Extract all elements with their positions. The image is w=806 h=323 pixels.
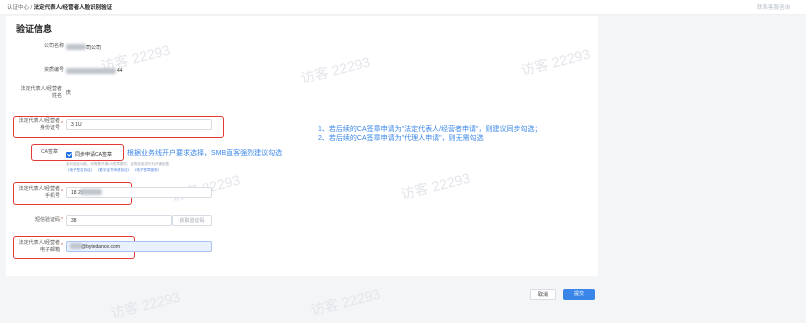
breadcrumb-parent[interactable]: 认证中心 — [7, 5, 29, 11]
legal-phone-label: 法定代表人/经营者手机号 — [18, 186, 60, 199]
ca-help-links: 《电子签名协议》 《数字证书申请协议》 《电子签章服务》 — [66, 168, 161, 173]
ca-sync-checkbox[interactable] — [66, 152, 72, 158]
submit-button[interactable]: 提交 — [563, 289, 595, 300]
ca-help-text: 若勾选此功能，则需要开通CA签章服务，证照信息将作为开通依据 — [66, 162, 169, 166]
ca-help-link[interactable]: 《电子签名协议》 — [66, 168, 94, 172]
watermark: 访客 22293 — [109, 288, 182, 322]
redacted-email — [70, 243, 82, 249]
company-value: 司公司 — [86, 45, 102, 51]
breadcrumb: 认证中心 / 法定代表人/经营者人脸识别验证 — [7, 3, 112, 11]
required-mark: * — [61, 217, 63, 223]
redacted-company — [66, 44, 86, 50]
get-code-button[interactable]: 获取验证码 — [172, 215, 212, 226]
ca-help-link[interactable]: 《数字证书申请协议》 — [96, 168, 131, 172]
redacted-phone — [80, 189, 102, 195]
redacted-credit — [66, 68, 116, 74]
ca-note: 根据业务线开户要求选择，SMB直客强烈建议勾选 — [127, 150, 283, 157]
required-mark: * — [61, 243, 63, 249]
company-label: 公司名称 — [43, 43, 64, 49]
help-link[interactable]: 联系客服咨询 — [757, 3, 790, 11]
credit-label: 资质编号 — [43, 67, 64, 73]
sms-label: 短信验证码 — [34, 217, 60, 223]
legal-name-label: 法定代表人/经营者姓名 — [20, 86, 62, 99]
breadcrumb-current: 法定代表人/经营者人脸识别验证 — [33, 5, 113, 11]
section-title: 验证信息 — [16, 24, 53, 34]
note-line-2: 2、若后续的CA签章申请为"代理人申请"，则无需勾选 — [318, 135, 484, 142]
legal-id-input[interactable]: 3 1U — [66, 119, 212, 130]
legal-email-input[interactable]: @bytedance.com — [66, 241, 212, 252]
required-mark: * — [61, 121, 63, 127]
top-bar: 认证中心 / 法定代表人/经营者人脸识别验证 联系客服咨询 — [0, 0, 806, 15]
watermark: 访客 22293 — [309, 285, 382, 319]
credit-value: 44 — [117, 68, 123, 74]
legal-id-label: 法定代表人/经营者身份证号 — [18, 118, 60, 131]
legal-name-value: 庆 — [66, 90, 72, 96]
ca-label: CA签章 — [41, 149, 58, 155]
legal-email-label: 法定代表人/经营者电子邮箱 — [18, 240, 60, 253]
cancel-button[interactable]: 取消 — [530, 289, 556, 300]
sms-input[interactable]: 38 — [66, 215, 172, 226]
required-mark: * — [61, 189, 63, 195]
ca-help-link[interactable]: 《电子签章服务》 — [133, 168, 161, 172]
ca-checkbox-label[interactable]: 同步申请CA签章 — [75, 151, 112, 158]
